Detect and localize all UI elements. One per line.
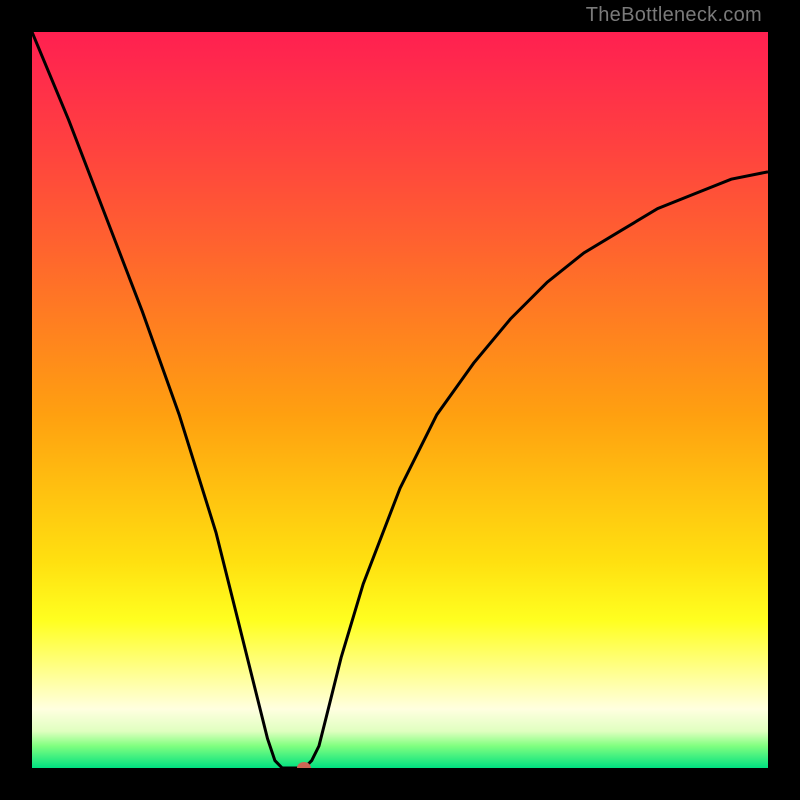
optimal-point-marker — [297, 762, 311, 768]
watermark-text: TheBottleneck.com — [586, 4, 762, 27]
chart-area — [32, 32, 768, 768]
bottleneck-curve — [32, 32, 768, 768]
